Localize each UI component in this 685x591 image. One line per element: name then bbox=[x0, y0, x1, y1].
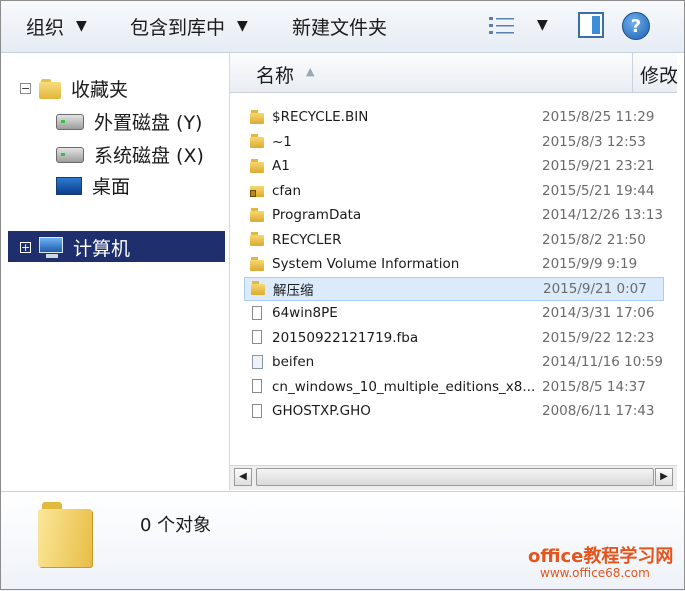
file-name: beifen bbox=[272, 354, 315, 371]
watermark-title: office教程学习网 bbox=[528, 546, 674, 567]
view-options-dropdown-icon[interactable]: ▼ bbox=[537, 17, 548, 33]
chevron-down-icon: ▼ bbox=[76, 18, 87, 34]
locked-folder-icon bbox=[250, 183, 268, 198]
include-in-library-button[interactable]: 包含到库中 ▼ bbox=[130, 12, 248, 40]
organize-button[interactable]: 组织 ▼ bbox=[26, 12, 87, 40]
column-header-modified[interactable]: 修改 bbox=[640, 61, 678, 88]
nav-item-label: 桌面 bbox=[92, 176, 131, 198]
file-row[interactable]: GHOSTXP.GHO 2008/6/11 17:43 bbox=[244, 399, 664, 424]
nav-item-label: 收藏夹 bbox=[71, 79, 129, 101]
nav-item-computer[interactable]: + 计算机 bbox=[8, 231, 225, 262]
view-options-icon[interactable] bbox=[488, 14, 516, 38]
file-modified-date: 2014/11/16 10:59 bbox=[542, 354, 664, 371]
column-header-name[interactable]: 名称 bbox=[256, 61, 294, 88]
file-modified-date: 2014/3/31 17:06 bbox=[542, 305, 655, 322]
nav-item-label: 系统磁盘 (X) bbox=[94, 145, 204, 167]
file-name: 20150922121719.fba bbox=[272, 329, 419, 346]
folder-icon bbox=[250, 207, 268, 223]
file-list-pane: 名称 ▲ 修改 $RECYCLE.BIN 2015/8/25 11:29 ~1 201… bbox=[230, 53, 678, 490]
file-modified-date: 2015/8/3 12:53 bbox=[542, 133, 646, 150]
favorites-folder-icon bbox=[39, 78, 61, 99]
help-icon[interactable]: ? bbox=[622, 12, 650, 40]
file-icon bbox=[250, 403, 268, 419]
file-modified-date: 2015/9/9 9:19 bbox=[542, 256, 638, 273]
file-icon bbox=[250, 379, 268, 394]
command-bar: 组织 ▼ 包含到库中 ▼ 新建文件夹 ▼ ? bbox=[0, 0, 685, 53]
organize-label: 组织 bbox=[26, 16, 65, 39]
file-modified-date: 2015/9/22 12:23 bbox=[542, 329, 655, 346]
preview-pane-icon[interactable] bbox=[578, 12, 604, 38]
scroll-left-icon[interactable]: ◀ bbox=[234, 468, 252, 486]
computer-icon bbox=[39, 236, 65, 259]
file-modified-date: 2015/9/21 0:07 bbox=[543, 280, 647, 297]
file-modified-date: 2015/8/2 21:50 bbox=[542, 231, 646, 248]
navigation-pane: − 收藏夹 外置磁盘 (Y) 系统磁盘 (X) 桌面 + 计算机 bbox=[0, 53, 230, 490]
file-name: 64win8PE bbox=[272, 305, 338, 322]
file-row[interactable]: cfan 2015/5/21 19:44 bbox=[244, 179, 664, 204]
object-count: 0 个对象 bbox=[140, 515, 212, 536]
file-name: RECYCLER bbox=[272, 231, 342, 248]
file-name: $RECYCLE.BIN bbox=[272, 109, 369, 126]
new-folder-button[interactable]: 新建文件夹 bbox=[292, 12, 387, 40]
folder-icon bbox=[250, 134, 268, 149]
file-row[interactable]: ProgramData 2014/12/26 13:13 bbox=[244, 203, 664, 228]
folder-icon bbox=[250, 256, 268, 272]
chevron-down-icon: ▼ bbox=[237, 18, 248, 34]
file-row[interactable]: ~1 2015/8/3 12:53 bbox=[244, 130, 664, 155]
nav-item-label: 计算机 bbox=[73, 238, 131, 260]
file-row[interactable]: System Volume Information 2015/9/9 9:19 bbox=[244, 252, 664, 277]
drive-icon bbox=[56, 146, 84, 163]
sort-ascending-icon: ▲ bbox=[306, 65, 315, 78]
file-name: ~1 bbox=[272, 133, 292, 150]
include-in-library-label: 包含到库中 bbox=[130, 16, 226, 39]
file-row[interactable]: beifen 2014/11/16 10:59 bbox=[244, 350, 664, 375]
file-name: A1 bbox=[272, 158, 290, 175]
file-modified-date: 2015/8/25 11:29 bbox=[542, 109, 655, 126]
horizontal-scrollbar[interactable]: ◀ ▶ bbox=[230, 465, 677, 490]
scroll-right-icon[interactable]: ▶ bbox=[655, 468, 673, 486]
file-row[interactable]: 64win8PE 2014/3/31 17:06 bbox=[244, 301, 664, 326]
nav-item-external-drive[interactable]: 外置磁盘 (Y) bbox=[56, 108, 202, 135]
folder-icon bbox=[250, 232, 268, 247]
file-list: $RECYCLE.BIN 2015/8/25 11:29 ~1 2015/8/3 12… bbox=[244, 105, 664, 424]
file-modified-date: 2014/12/26 13:13 bbox=[542, 207, 664, 224]
file-icon bbox=[250, 330, 268, 345]
image-file-icon bbox=[250, 354, 268, 370]
collapse-toggle[interactable]: − bbox=[20, 83, 31, 94]
folder-icon bbox=[250, 109, 268, 125]
column-header-row: 名称 ▲ 修改 bbox=[230, 53, 678, 93]
nav-item-computer-row[interactable]: + 计算机 bbox=[20, 234, 130, 261]
file-row[interactable]: $RECYCLE.BIN 2015/8/25 11:29 bbox=[244, 105, 664, 130]
file-row[interactable]: RECYCLER 2015/8/2 21:50 bbox=[244, 228, 664, 253]
nav-item-desktop[interactable]: 桌面 bbox=[56, 172, 130, 199]
watermark-url: www.office68.com bbox=[540, 566, 650, 580]
file-name: cfan bbox=[272, 182, 302, 199]
file-modified-date: 2015/8/5 14:37 bbox=[542, 378, 646, 395]
file-name: GHOSTXP.GHO bbox=[272, 403, 371, 420]
nav-item-favorites[interactable]: − 收藏夹 bbox=[20, 75, 128, 102]
file-row[interactable]: cn_windows_10_multiple_editions_x8... 201… bbox=[244, 375, 664, 400]
file-modified-date: 2015/9/21 23:21 bbox=[542, 158, 655, 175]
new-folder-label: 新建文件夹 bbox=[292, 16, 388, 39]
file-name: ProgramData bbox=[272, 207, 362, 224]
file-icon bbox=[250, 305, 268, 321]
file-row[interactable]: A1 2015/9/21 23:21 bbox=[244, 154, 664, 179]
file-modified-date: 2008/6/11 17:43 bbox=[542, 403, 655, 420]
file-name: 解压缩 bbox=[273, 282, 314, 299]
column-divider[interactable] bbox=[632, 53, 633, 92]
folder-icon bbox=[38, 502, 98, 568]
file-name: cn_windows_10_multiple_editions_x8... bbox=[272, 378, 536, 395]
file-name: System Volume Information bbox=[272, 256, 460, 273]
drive-icon bbox=[56, 113, 84, 130]
file-row[interactable]: 20150922121719.fba 2015/9/22 12:23 bbox=[244, 326, 664, 351]
nav-item-system-drive[interactable]: 系统磁盘 (X) bbox=[56, 141, 204, 168]
file-modified-date: 2015/5/21 19:44 bbox=[542, 182, 655, 199]
expand-toggle[interactable]: + bbox=[20, 242, 31, 253]
scrollbar-thumb[interactable] bbox=[256, 468, 654, 486]
nav-item-label: 外置磁盘 (Y) bbox=[94, 112, 203, 134]
desktop-icon bbox=[56, 176, 82, 195]
file-row[interactable]: 解压缩 2015/9/21 0:07 bbox=[244, 276, 664, 301]
folder-icon bbox=[251, 281, 269, 296]
folder-icon bbox=[250, 158, 268, 174]
